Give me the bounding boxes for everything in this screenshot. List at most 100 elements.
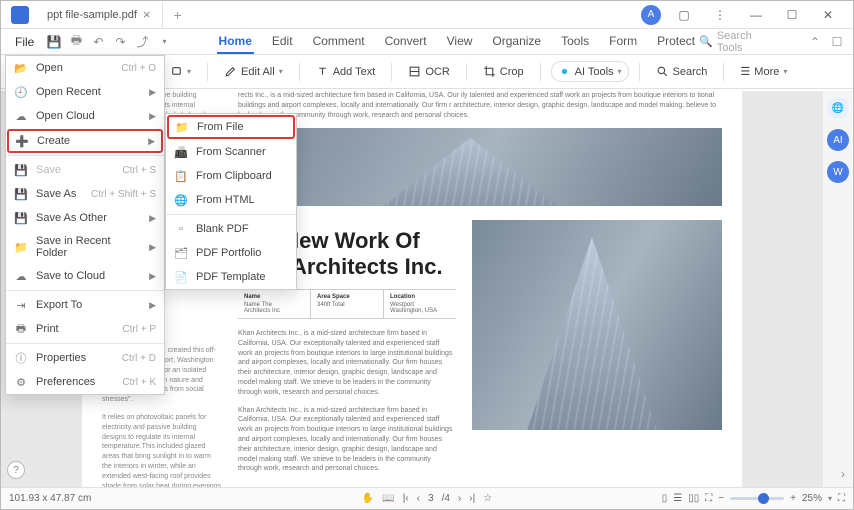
file-menu-create[interactable]: ➕Create▶ xyxy=(7,129,163,153)
kebab-icon[interactable]: ⋮ xyxy=(707,5,733,25)
tab-home[interactable]: Home xyxy=(217,30,254,54)
file-menu-export-to[interactable]: ⇥Export To▶ xyxy=(6,293,164,317)
tab-convert[interactable]: Convert xyxy=(383,30,429,54)
app-icon xyxy=(11,6,29,24)
maximize-button[interactable]: ☐ xyxy=(779,5,805,25)
view-single-icon[interactable]: ▯ xyxy=(662,493,668,504)
close-window-button[interactable]: ✕ xyxy=(815,5,841,25)
file-menu-button[interactable]: File xyxy=(7,32,42,52)
user-avatar[interactable]: A xyxy=(641,5,661,25)
file-menu-save[interactable]: 💾SaveCtrl + S xyxy=(6,158,164,182)
portfolio-icon: 🗂 xyxy=(174,246,188,260)
ai-tools-button[interactable]: AI Tools▾ xyxy=(551,61,629,82)
savecloud-icon: ☁ xyxy=(14,269,28,283)
zoom-value[interactable]: 25% xyxy=(802,493,822,504)
file-menu-print[interactable]: 🖶PrintCtrl + P xyxy=(6,317,164,341)
statusbar: 101.93 x 47.87 cm ✋ 📖 |‹ ‹ 3 /4 › ›| ☆ ▯… xyxy=(1,487,853,509)
add-text-button[interactable]: Add Text xyxy=(310,62,382,81)
file-menu-open-cloud[interactable]: ☁Open Cloud▶ xyxy=(6,104,164,128)
crop-button[interactable]: Crop xyxy=(477,62,530,81)
last-page-icon[interactable]: ›| xyxy=(469,493,475,504)
page-number[interactable]: 3 xyxy=(428,493,434,504)
tab-form[interactable]: Form xyxy=(607,30,639,54)
minimize-button[interactable]: — xyxy=(743,5,769,25)
create-submenu-from-scanner[interactable]: 📠From Scanner xyxy=(166,140,296,164)
file-menu-open-recent[interactable]: 🕘Open Recent▶ xyxy=(6,80,164,104)
print-icon: 🖶 xyxy=(14,322,28,336)
expand-icon[interactable]: ☐ xyxy=(827,31,847,53)
doc-para-2: Khan Architects Inc., is a mid-sized arc… xyxy=(238,406,456,475)
open-icon: 📂 xyxy=(14,61,28,75)
tab-edit[interactable]: Edit xyxy=(270,30,295,54)
view-facing-icon[interactable]: ▯▯ xyxy=(688,493,699,504)
tab-tools[interactable]: Tools xyxy=(559,30,591,54)
search-button[interactable]: Search xyxy=(650,62,714,81)
tab-organize[interactable]: Organize xyxy=(490,30,543,54)
save-icon[interactable]: 💾 xyxy=(44,31,64,53)
zoom-out-icon[interactable]: − xyxy=(718,493,724,504)
zoom-dropdown-icon[interactable]: ▾ xyxy=(828,494,832,503)
fullscreen-icon[interactable]: ⛶ xyxy=(838,493,845,504)
doc-info-table: NameName TheArchitects Inc Area Space340… xyxy=(238,289,456,319)
blank-icon: ▫ xyxy=(174,222,188,236)
create-submenu-from-clipboard[interactable]: 📋From Clipboard xyxy=(166,164,296,188)
folder-icon: 📁 xyxy=(175,120,189,134)
note-tool[interactable]: ▾ xyxy=(164,62,197,81)
tab-comment[interactable]: Comment xyxy=(311,30,367,54)
read-mode-icon[interactable]: 📖 xyxy=(382,493,394,504)
save-icon: 💾 xyxy=(14,163,28,177)
view-continuous-icon[interactable]: ☰ xyxy=(673,493,682,504)
file-menu-open[interactable]: 📂OpenCtrl + O xyxy=(6,56,164,80)
file-menu-properties[interactable]: ⓘPropertiesCtrl + D xyxy=(6,346,164,370)
create-submenu-from-html[interactable]: 🌐From HTML xyxy=(166,188,296,212)
file-menu-save-to-cloud[interactable]: ☁Save to Cloud▶ xyxy=(6,264,164,288)
horizontal-scroll: ‹ › xyxy=(9,467,845,481)
next-page-icon[interactable]: › xyxy=(458,493,461,504)
new-tab-button[interactable]: + xyxy=(163,7,191,23)
zoom-slider[interactable] xyxy=(730,497,784,500)
undo-icon[interactable]: ↶ xyxy=(88,31,108,53)
create-submenu-blank-pdf[interactable]: ▫Blank PDF xyxy=(166,217,296,241)
create-icon: ➕ xyxy=(15,134,29,148)
tab-view[interactable]: View xyxy=(445,30,475,54)
help-button[interactable]: ? xyxy=(7,461,25,479)
create-submenu-pdf-portfolio[interactable]: 🗂PDF Portfolio xyxy=(166,241,296,265)
doc-hero-image xyxy=(238,128,722,206)
file-menu-save-in-recent-folder[interactable]: 📁Save in Recent Folder▶ xyxy=(6,230,164,264)
more-button[interactable]: ☰ More▾ xyxy=(734,62,793,81)
first-page-icon[interactable]: |‹ xyxy=(403,493,409,504)
menubar: File 💾 🖶 ↶ ↷ ⤴ ▾ Home Edit Comment Conve… xyxy=(1,29,853,55)
redo-icon[interactable]: ↷ xyxy=(110,31,130,53)
print-icon[interactable]: 🖶 xyxy=(66,31,86,53)
rail-word-icon[interactable]: W xyxy=(827,161,849,183)
create-submenu-pdf-template[interactable]: 📄PDF Template xyxy=(166,265,296,289)
create-submenu-from-file[interactable]: 📁From File xyxy=(167,115,295,139)
scroll-right-icon[interactable]: › xyxy=(841,467,845,481)
share-icon[interactable]: ⤴ xyxy=(132,31,152,53)
window-icon[interactable]: ▢ xyxy=(671,5,697,25)
saveas-icon: 💾 xyxy=(14,187,28,201)
chevron-down-icon[interactable]: ▾ xyxy=(155,31,175,53)
edit-all-button[interactable]: Edit All▾ xyxy=(218,62,289,81)
hand-mode-icon[interactable]: ✋ xyxy=(362,493,374,504)
bookmark-icon[interactable]: ☆ xyxy=(483,493,492,504)
file-menu-preferences[interactable]: ⚙PreferencesCtrl + K xyxy=(6,370,164,394)
rail-ai-icon[interactable]: AI xyxy=(827,129,849,151)
collapse-ribbon-icon[interactable]: ⌃ xyxy=(805,31,825,53)
file-menu-save-as[interactable]: 💾Save AsCtrl + Shift + S xyxy=(6,182,164,206)
ocr-button[interactable]: OCR xyxy=(402,62,455,81)
tab-protect[interactable]: Protect xyxy=(655,30,697,54)
rail-translate-icon[interactable]: 🌐 xyxy=(827,97,849,119)
saveother-icon: 💾 xyxy=(14,211,28,225)
fit-icon[interactable]: ⛶ xyxy=(705,493,712,504)
search-icon: 🔍 xyxy=(699,35,713,48)
file-menu-save-as-other[interactable]: 💾Save As Other▶ xyxy=(6,206,164,230)
prev-page-icon[interactable]: ‹ xyxy=(417,493,420,504)
document-tab[interactable]: ppt file-sample.pdf × xyxy=(35,2,163,28)
zoom-in-icon[interactable]: + xyxy=(790,493,796,504)
export-icon: ⇥ xyxy=(14,298,28,312)
clipboard-icon: 📋 xyxy=(174,169,188,183)
tab-close-icon[interactable]: × xyxy=(143,7,151,22)
create-submenu: 📁From File📠From Scanner📋From Clipboard🌐F… xyxy=(165,113,297,290)
search-tools[interactable]: 🔍 Search Tools xyxy=(699,30,803,54)
